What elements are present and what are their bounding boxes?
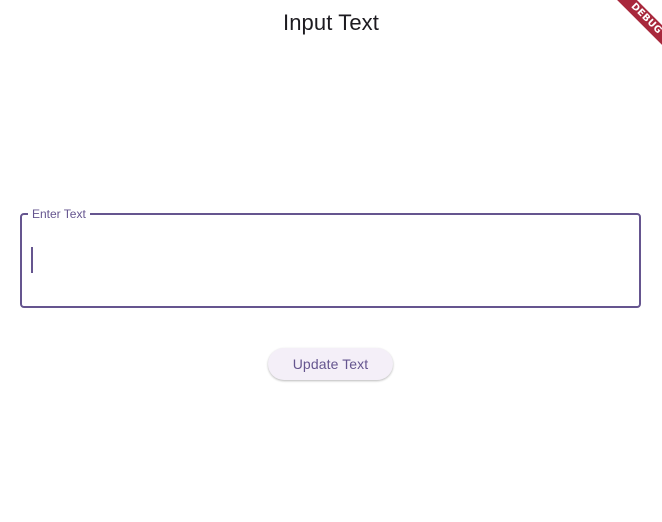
app-window: Input Text Enter Text Update Text DEBUG — [0, 0, 662, 522]
enter-text-field[interactable]: Enter Text — [20, 207, 641, 308]
debug-banner: DEBUG — [582, 0, 662, 80]
app-bar: Input Text — [0, 0, 662, 46]
text-input[interactable] — [31, 245, 621, 273]
debug-banner-label: DEBUG — [598, 0, 662, 67]
text-cursor — [31, 247, 33, 273]
enter-text-label: Enter Text — [28, 207, 90, 221]
page-title: Input Text — [283, 10, 379, 35]
update-text-button[interactable]: Update Text — [268, 348, 393, 380]
